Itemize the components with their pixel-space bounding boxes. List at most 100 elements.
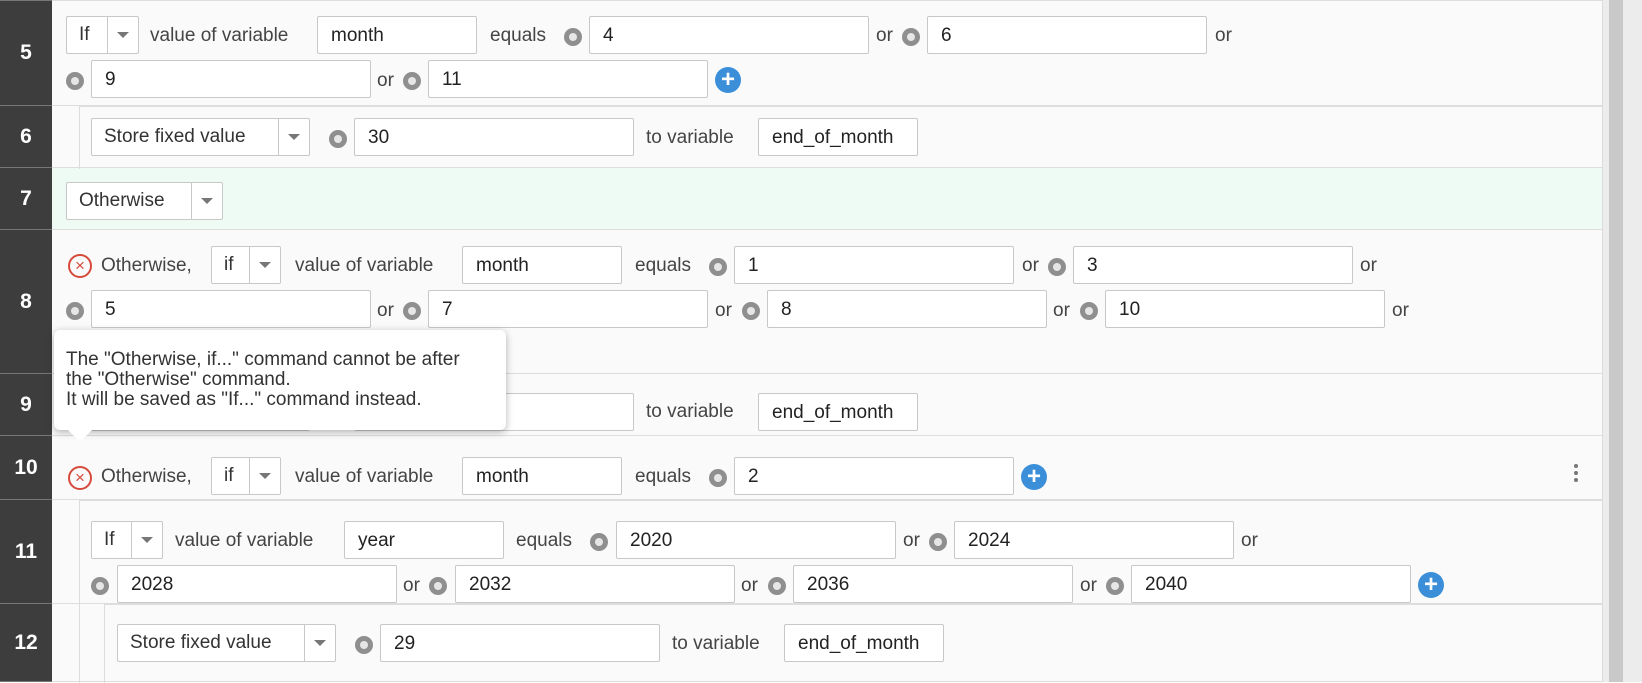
- radio-icon[interactable]: [1106, 577, 1124, 595]
- radio-icon[interactable]: [768, 577, 786, 595]
- variable-input[interactable]: month: [462, 246, 622, 284]
- kebab-menu-icon[interactable]: [1573, 462, 1579, 484]
- variable-input[interactable]: month: [462, 457, 622, 495]
- value-input[interactable]: 4: [589, 16, 869, 54]
- or-label: or: [1080, 575, 1097, 596]
- tooltip-line: the "Otherwise" command.: [66, 369, 291, 390]
- radio-icon[interactable]: [66, 72, 84, 90]
- or-label: or: [715, 300, 732, 321]
- select-label: if: [224, 465, 234, 486]
- select-label: Store fixed value: [130, 632, 272, 653]
- value-input[interactable]: 2036: [793, 565, 1073, 603]
- equals-label: equals: [516, 530, 572, 551]
- chevron-down-icon: [304, 625, 335, 661]
- otherwise-prefix-label: Otherwise,: [101, 255, 192, 276]
- value-input[interactable]: 6: [927, 16, 1207, 54]
- value-input[interactable]: 2028: [117, 565, 397, 603]
- radio-icon[interactable]: [429, 577, 447, 595]
- chevron-down-icon: [249, 247, 280, 283]
- scrollbar-thumb[interactable]: [1609, 0, 1623, 682]
- select-label: if: [224, 254, 234, 275]
- validation-tooltip: The "Otherwise, if..." command cannot be…: [54, 330, 506, 442]
- target-variable-input[interactable]: end_of_month: [758, 118, 918, 156]
- to-variable-label: to variable: [646, 401, 734, 422]
- or-label: or: [1053, 300, 1070, 321]
- value-input[interactable]: 5: [91, 290, 371, 328]
- radio-icon[interactable]: [355, 636, 373, 654]
- error-circle-icon[interactable]: ×: [68, 466, 92, 490]
- radio-icon[interactable]: [403, 72, 421, 90]
- radio-icon[interactable]: [742, 302, 760, 320]
- radio-icon[interactable]: [1048, 258, 1066, 276]
- or-label: or: [377, 300, 394, 321]
- chevron-down-icon: [191, 183, 222, 219]
- radio-icon[interactable]: [902, 28, 920, 46]
- condition-type-select[interactable]: if: [211, 457, 281, 495]
- variable-input[interactable]: month: [317, 16, 477, 54]
- value-input[interactable]: 2032: [455, 565, 735, 603]
- value-input[interactable]: 10: [1105, 290, 1385, 328]
- chevron-down-icon: [131, 522, 162, 558]
- condition-type-select[interactable]: if: [211, 246, 281, 284]
- radio-icon[interactable]: [709, 258, 727, 276]
- radio-icon[interactable]: [403, 302, 421, 320]
- radio-icon[interactable]: [709, 469, 727, 487]
- row-7-bg: [52, 168, 1602, 230]
- or-label: or: [1215, 25, 1232, 46]
- value-input[interactable]: 2: [734, 457, 1014, 495]
- value-input[interactable]: 29: [380, 624, 660, 662]
- variable-input[interactable]: year: [344, 521, 504, 559]
- value-input[interactable]: 9: [91, 60, 371, 98]
- chevron-down-icon: [107, 17, 138, 53]
- value-of-variable-label: value of variable: [295, 255, 434, 276]
- equals-label: equals: [490, 25, 546, 46]
- or-label: or: [403, 575, 420, 596]
- or-label: or: [1241, 530, 1258, 551]
- line-number: 12: [0, 604, 52, 682]
- line-number: 5: [0, 0, 52, 106]
- or-label: or: [1022, 255, 1039, 276]
- add-value-button[interactable]: +: [715, 67, 741, 93]
- value-input[interactable]: 30: [354, 118, 634, 156]
- line-number: 10: [0, 436, 52, 500]
- radio-icon[interactable]: [91, 577, 109, 595]
- radio-icon[interactable]: [564, 28, 582, 46]
- value-input[interactable]: 2040: [1131, 565, 1411, 603]
- add-value-button[interactable]: +: [1418, 572, 1444, 598]
- or-label: or: [741, 575, 758, 596]
- value-input[interactable]: 7: [428, 290, 708, 328]
- radio-icon[interactable]: [66, 302, 84, 320]
- value-of-variable-label: value of variable: [150, 25, 289, 46]
- error-circle-icon[interactable]: ×: [68, 254, 92, 278]
- action-select[interactable]: Store fixed value: [91, 118, 310, 156]
- to-variable-label: to variable: [672, 633, 760, 654]
- line-number: 8: [0, 230, 52, 374]
- target-variable-input[interactable]: end_of_month: [784, 624, 944, 662]
- action-select[interactable]: Store fixed value: [117, 624, 336, 662]
- radio-icon[interactable]: [929, 533, 947, 551]
- radio-icon[interactable]: [590, 533, 608, 551]
- condition-type-select[interactable]: If: [66, 16, 139, 54]
- select-label: If: [104, 529, 115, 550]
- value-input[interactable]: 2020: [616, 521, 896, 559]
- condition-type-select[interactable]: If: [91, 521, 163, 559]
- target-variable-input[interactable]: end_of_month: [758, 393, 918, 431]
- value-input[interactable]: 3: [1073, 246, 1353, 284]
- add-value-button[interactable]: +: [1021, 464, 1047, 490]
- otherwise-select[interactable]: Otherwise: [66, 182, 223, 220]
- or-label: or: [377, 70, 394, 91]
- line-number: 11: [0, 500, 52, 604]
- line-number: 9: [0, 374, 52, 436]
- equals-label: equals: [635, 466, 691, 487]
- value-of-variable-label: value of variable: [295, 466, 434, 487]
- value-input[interactable]: 8: [767, 290, 1047, 328]
- value-of-variable-label: value of variable: [175, 530, 314, 551]
- line-number: 7: [0, 168, 52, 230]
- radio-icon[interactable]: [329, 130, 347, 148]
- value-input[interactable]: 1: [734, 246, 1014, 284]
- value-input[interactable]: 11: [428, 60, 708, 98]
- radio-icon[interactable]: [1080, 302, 1098, 320]
- scrollbar[interactable]: [1602, 0, 1642, 682]
- select-label: Otherwise: [79, 190, 165, 211]
- value-input[interactable]: 2024: [954, 521, 1234, 559]
